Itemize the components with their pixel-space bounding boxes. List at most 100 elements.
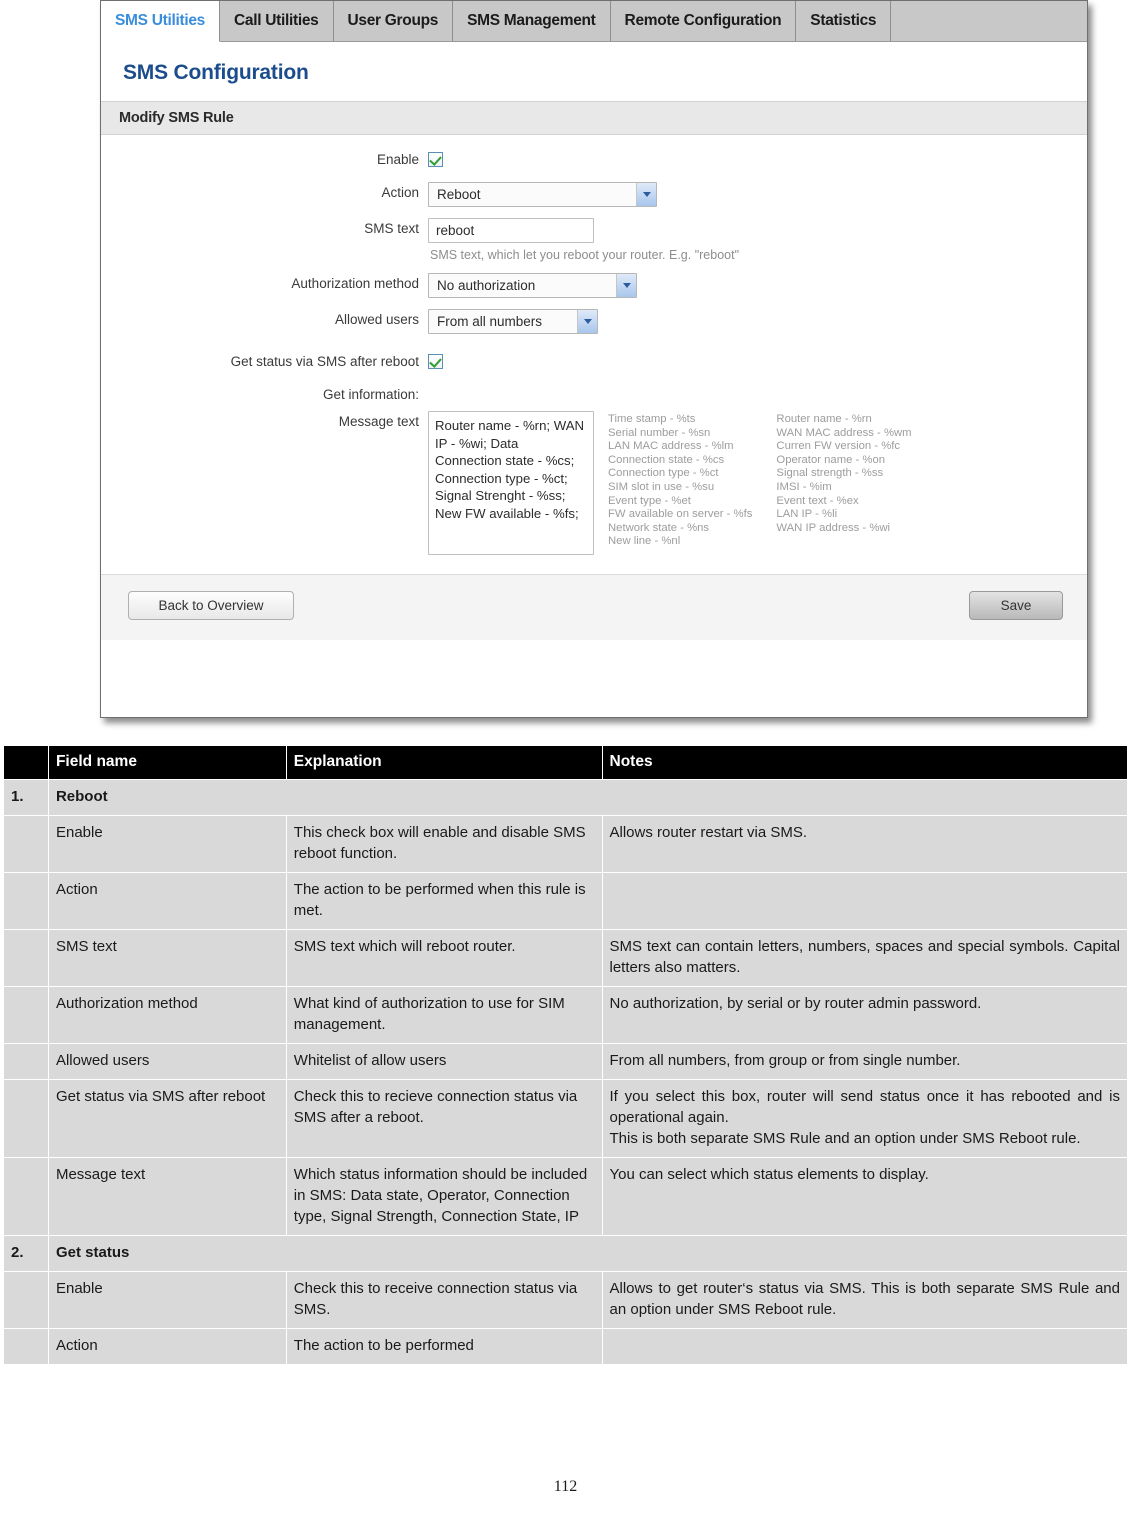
row-explanation: What kind of authorization to use for SI… [285, 986, 603, 1044]
tab-statistics[interactable]: Statistics [796, 1, 892, 41]
label-get-status-after-reboot: Get status via SMS after reboot [230, 354, 419, 369]
table-row: Allowed users Whitelist of allow users F… [3, 1043, 1128, 1080]
legend-item: Serial number - %sn [608, 426, 711, 439]
row-field-name: Get status via SMS after reboot [47, 1079, 287, 1158]
row-explanation: The action to be performed [285, 1328, 603, 1365]
field-row-sms-text: SMS text SMS text, which let you reboot … [101, 218, 1087, 262]
field-description-table: Field name Explanation Notes 1. Reboot E… [3, 745, 1129, 1365]
tab-bar-filler [891, 1, 1087, 41]
row-explanation: Whitelist of allow users [285, 1043, 603, 1080]
field-row-enable: Enable [101, 149, 1087, 171]
field-row-get-information: Get information: [101, 384, 1087, 406]
legend-item: SIM slot in use - %su [608, 480, 715, 493]
legend-item: WAN MAC address - %wm [776, 426, 912, 439]
row-explanation: SMS text which will reboot router. [285, 929, 603, 987]
router-ui-screenshot: SMS Utilities Call Utilities User Groups… [96, 0, 1096, 728]
legend-item: WAN IP address - %wi [776, 521, 891, 534]
tab-remote-configuration[interactable]: Remote Configuration [610, 1, 797, 41]
row-notes: No authorization, by serial or by router… [601, 986, 1128, 1044]
row-explanation: This check box will enable and disable S… [285, 815, 603, 873]
allowed-users-value: From all numbers [437, 314, 543, 329]
table-row: Enable This check box will enable and di… [3, 815, 1128, 873]
message-text-textarea[interactable]: Router name - %rn; WAN IP - %wi; Data Co… [428, 411, 594, 555]
enable-checkbox[interactable] [428, 152, 443, 167]
authorization-method-select[interactable]: No authorization [428, 273, 637, 298]
tab-bar: SMS Utilities Call Utilities User Groups… [101, 1, 1087, 42]
field-row-message-text: Message text Router name - %rn; WAN IP -… [101, 411, 1087, 555]
authorization-method-value: No authorization [437, 278, 536, 293]
table-group-row: 2. Get status [3, 1235, 1129, 1272]
row-group-title: Get status [47, 1235, 1129, 1272]
form-footer: Back to Overview Save [101, 574, 1087, 640]
sms-text-input[interactable] [428, 218, 594, 243]
row-field-name: Action [47, 1328, 287, 1365]
column-header-notes: Notes [601, 745, 1128, 780]
table-header-row: Field name Explanation Notes [3, 745, 1128, 780]
label-allowed-users: Allowed users [334, 312, 419, 327]
row-explanation: Check this to recieve connection status … [285, 1079, 603, 1158]
legend-item: Time stamp - %ts [608, 413, 696, 425]
label-sms-text: SMS text [364, 221, 419, 236]
row-notes: You can select which status elements to … [601, 1157, 1128, 1236]
sms-text-hint: SMS text, which let you reboot your rout… [430, 248, 740, 262]
table-body: 1. Reboot Enable This check box will ena… [3, 779, 1129, 1365]
router-ui-window: SMS Utilities Call Utilities User Groups… [100, 0, 1088, 718]
field-row-get-status-after-reboot: Get status via SMS after reboot [101, 351, 1087, 373]
row-notes [601, 1328, 1128, 1365]
row-number [3, 1328, 49, 1365]
table-row: Get status via SMS after reboot Check th… [3, 1079, 1128, 1158]
row-number [3, 1271, 49, 1329]
row-number [3, 1043, 49, 1080]
label-get-information: Get information: [101, 384, 428, 406]
page-title: SMS Configuration [123, 61, 309, 84]
row-number: 1. [3, 779, 49, 816]
row-number: 2. [3, 1235, 49, 1272]
table-row: Action The action to be performed when t… [3, 872, 1128, 930]
variable-legend-column-2: Router name - %rn WAN MAC address - %wm … [776, 413, 911, 549]
variable-legend-column-1: Time stamp - %ts Serial number - %sn LAN… [608, 413, 752, 549]
row-explanation: Which status information should be inclu… [285, 1157, 603, 1236]
allowed-users-select[interactable]: From all numbers [428, 309, 598, 334]
row-notes: Allows to get router‘s status via SMS. T… [601, 1271, 1128, 1329]
row-notes [601, 872, 1128, 930]
legend-item: Router name - %rn [776, 413, 872, 425]
tab-sms-management[interactable]: SMS Management [453, 1, 611, 41]
tab-call-utilities[interactable]: Call Utilities [219, 1, 334, 41]
get-information-text: Get information: [322, 387, 419, 402]
legend-item: Operator name - %on [776, 453, 886, 466]
tab-user-groups[interactable]: User Groups [333, 1, 454, 41]
label-authorization-method: Authorization method [291, 276, 419, 291]
row-notes: Allows router restart via SMS. [601, 815, 1128, 873]
table-row: SMS text SMS text which will reboot rout… [3, 929, 1128, 987]
label-message-text: Message text [338, 414, 419, 429]
back-to-overview-button[interactable]: Back to Overview [128, 591, 294, 620]
row-field-name: Enable [47, 1271, 287, 1329]
legend-item: Event type - %et [608, 494, 691, 507]
legend-item: Curren FW version - %fc [776, 440, 901, 453]
row-notes: SMS text can contain letters, numbers, s… [601, 929, 1128, 987]
label-action: Action [381, 185, 419, 200]
chevron-down-icon [616, 274, 636, 297]
chevron-down-icon [636, 183, 656, 206]
tab-sms-utilities[interactable]: SMS Utilities [101, 1, 220, 42]
section-header-modify-sms-rule: Modify SMS Rule [101, 101, 1087, 135]
legend-item: LAN MAC address - %lm [608, 440, 734, 453]
legend-item: Event text - %ex [776, 494, 859, 507]
row-number [3, 929, 49, 987]
row-group-title: Reboot [47, 779, 1129, 816]
legend-item: Network state - %ns [608, 521, 710, 534]
sms-rule-form: Enable Action Reboot SMS text reboot SMS… [101, 135, 1087, 640]
field-row-allowed-users: Allowed users From all numbers [101, 309, 1087, 334]
action-select[interactable]: Reboot [428, 182, 657, 207]
row-field-name: Allowed users [47, 1043, 287, 1080]
save-button[interactable]: Save [969, 591, 1063, 620]
get-status-after-reboot-checkbox[interactable] [428, 354, 443, 369]
page-number: 112 [553, 1478, 578, 1495]
table-row: Authorization method What kind of author… [3, 986, 1128, 1044]
row-field-name: Enable [47, 815, 287, 873]
field-row-authorization-method: Authorization method No authorization [101, 273, 1087, 298]
row-number [3, 1157, 49, 1236]
row-notes: If you select this box, router will send… [601, 1079, 1128, 1158]
legend-item: FW available on server - %fs [608, 508, 753, 521]
legend-item: LAN IP - %li [776, 508, 838, 521]
